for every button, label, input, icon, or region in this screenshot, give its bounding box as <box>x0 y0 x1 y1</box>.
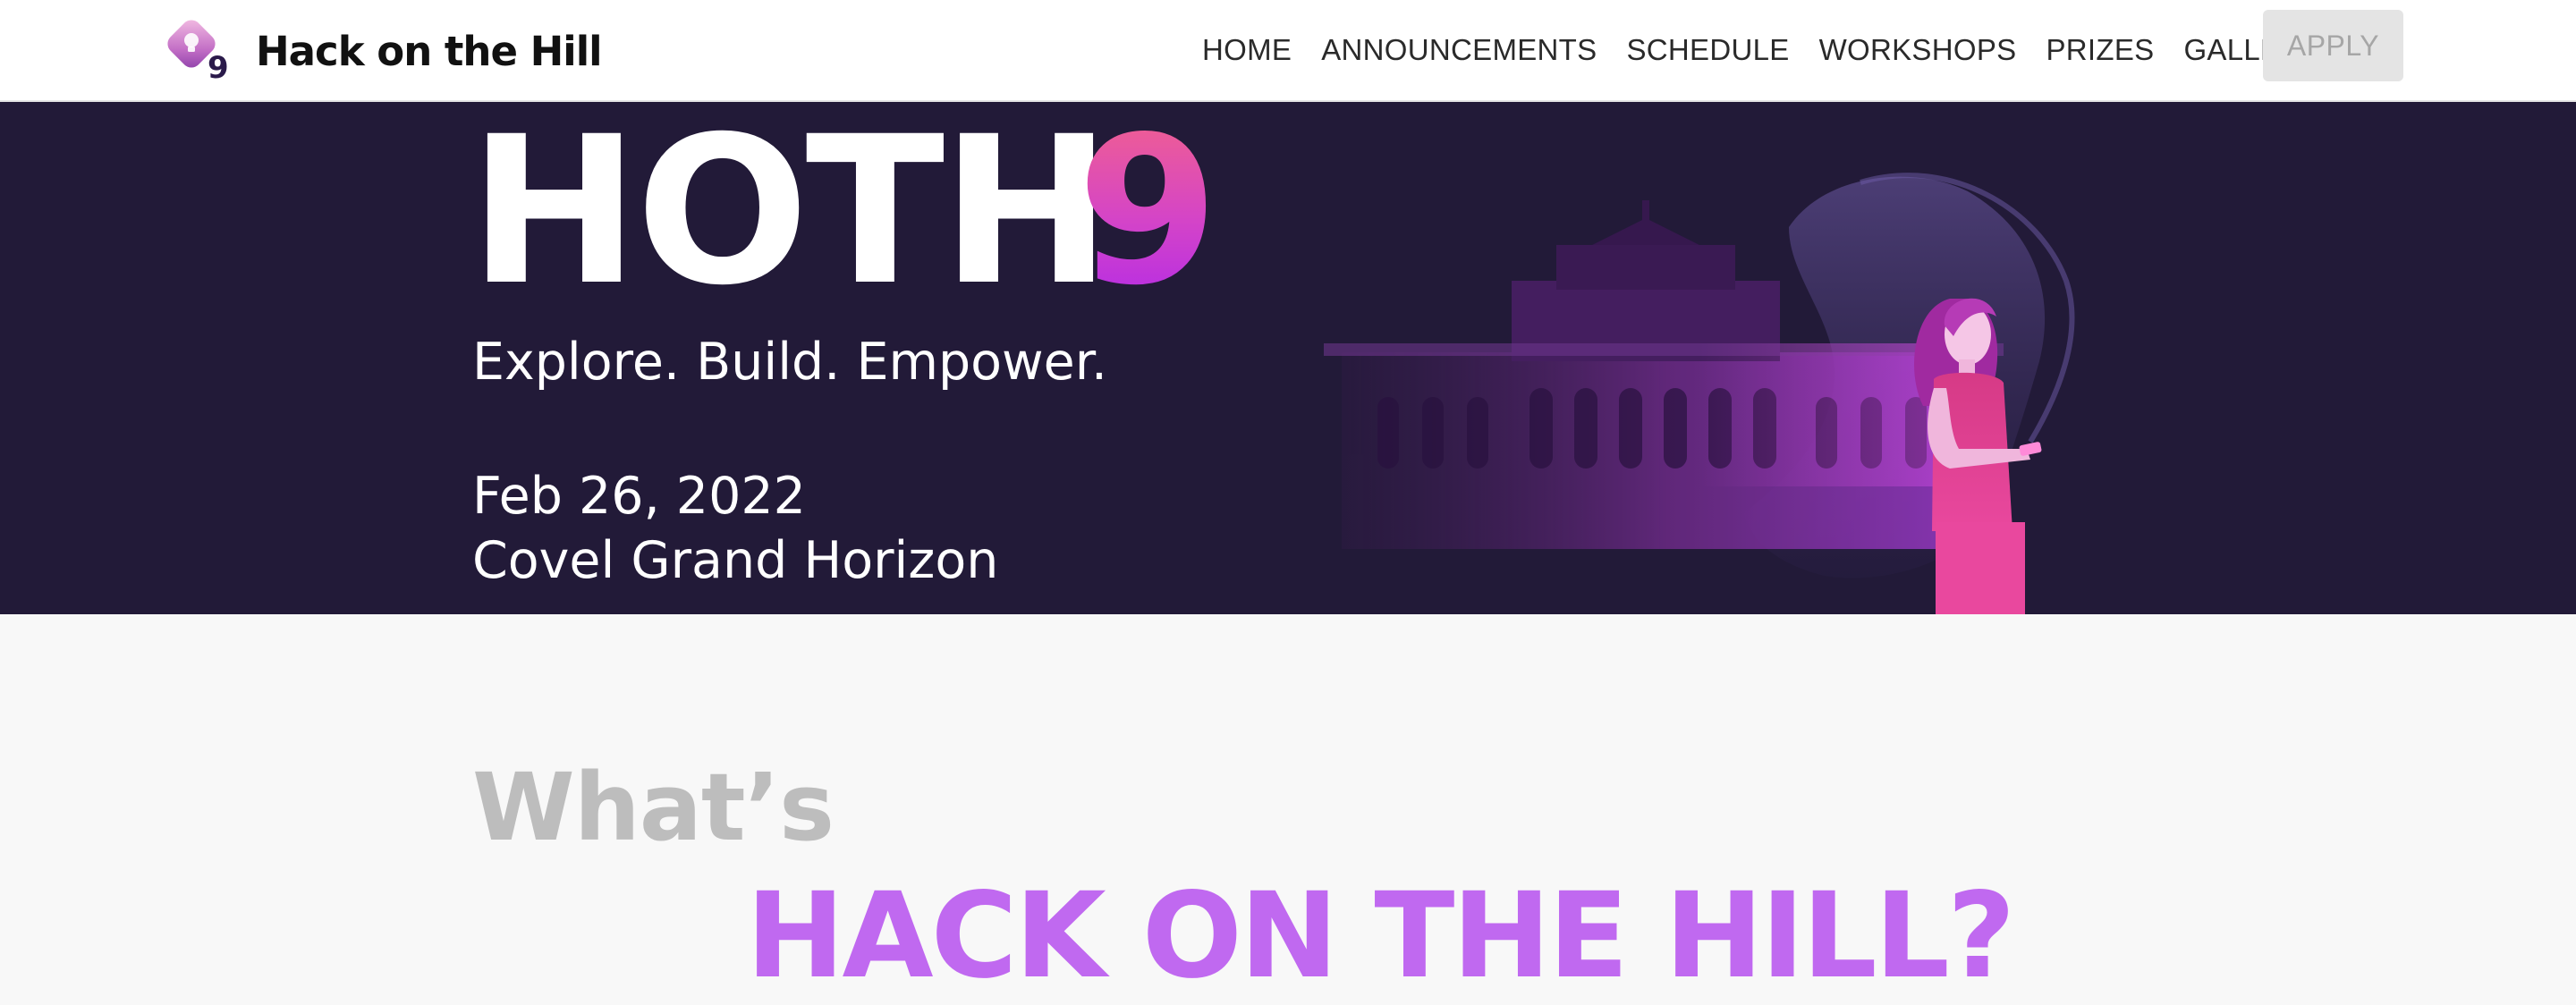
brand-link[interactable]: 9 Hack on the Hill <box>165 13 603 89</box>
brand-title: Hack on the Hill <box>256 27 603 75</box>
hero-title: HOTH <box>469 102 1112 330</box>
main-nav: HOME ANNOUNCEMENTS SCHEDULE WORKSHOPS PR… <box>1202 9 2351 91</box>
about-lead: What’s <box>472 753 835 862</box>
about-heading: HACK ON THE HILL? <box>746 867 2015 1005</box>
nav-link-schedule[interactable]: SCHEDULE <box>1626 33 1789 67</box>
apply-button[interactable]: APPLY <box>2263 10 2403 81</box>
hero-banner: HOTH 9 Explore. Build. Empower. Feb 26, … <box>0 102 2576 614</box>
navbar: 9 Hack on the Hill HOME ANNOUNCEMENTS SC… <box>0 0 2576 102</box>
nav-link-announcements[interactable]: ANNOUNCEMENTS <box>1321 33 1597 67</box>
logo-badge: 9 <box>208 50 229 83</box>
lightbulb-logo-icon: 9 <box>167 20 229 83</box>
nav-link-prizes[interactable]: PRIZES <box>2046 33 2154 67</box>
event-date: Feb 26, 2022 <box>472 467 806 526</box>
event-venue: Covel Grand Horizon <box>472 531 999 590</box>
nav-link-home[interactable]: HOME <box>1202 33 1292 67</box>
hero-tagline: Explore. Build. Empower. <box>472 333 1108 392</box>
hero-edition-number: 9 <box>1077 102 1219 330</box>
nav-link-workshops[interactable]: WORKSHOPS <box>1819 33 2017 67</box>
royce-hall-girl-illustration <box>1324 173 2075 614</box>
